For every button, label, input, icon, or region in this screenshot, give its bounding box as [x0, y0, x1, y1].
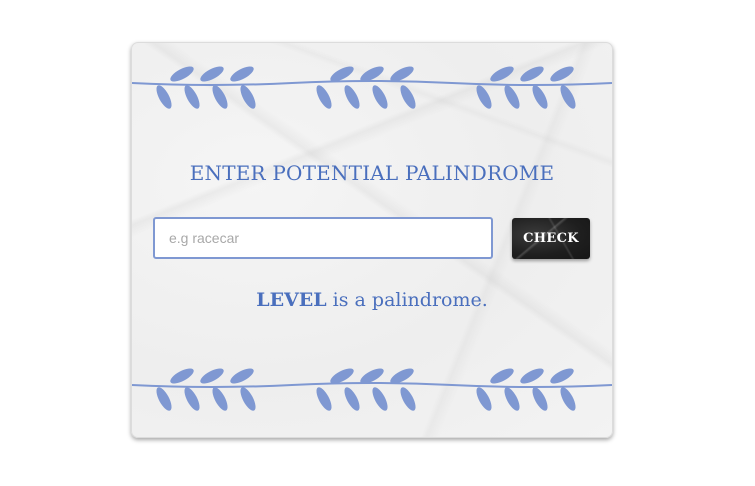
leaf-shape	[170, 66, 194, 82]
leaf-shape	[344, 387, 360, 411]
check-button[interactable]: CHECK	[512, 218, 590, 259]
leaf-shape	[184, 85, 200, 109]
leaf-shape	[400, 85, 416, 109]
stem-line	[132, 80, 612, 86]
leaf-shape	[156, 85, 172, 109]
leaf-shape	[532, 85, 548, 109]
leaf-shape	[230, 66, 254, 82]
leaf-shape	[550, 66, 574, 82]
leaf-shape	[560, 85, 576, 109]
palindrome-card: ENTER POTENTIAL PALINDROME CHECK LEVEL i…	[131, 42, 613, 438]
leaf-shape	[490, 368, 514, 384]
leaf-shape	[490, 66, 514, 82]
leaf-shape	[372, 387, 388, 411]
leaf-shape	[372, 85, 388, 109]
leaf-shape	[212, 387, 228, 411]
leaf-shape	[476, 387, 492, 411]
leaf-shape	[476, 85, 492, 109]
result-message: LEVEL is a palindrome.	[132, 289, 612, 311]
leaf-shape	[212, 85, 228, 109]
leaf-shape	[156, 387, 172, 411]
leaf-shape	[400, 387, 416, 411]
leaf-shape	[170, 368, 194, 384]
leaf-shape	[560, 387, 576, 411]
leaf-shape	[316, 85, 332, 109]
leaf-shape	[240, 85, 256, 109]
leaf-shape	[504, 85, 520, 109]
leaf-shape	[520, 368, 544, 384]
result-suffix: is a palindrome.	[326, 289, 488, 311]
page-title: ENTER POTENTIAL PALINDROME	[189, 161, 555, 185]
palindrome-input[interactable]	[153, 217, 493, 259]
leaf-shape	[200, 66, 224, 82]
laurel-branch-icon	[132, 368, 612, 411]
leaf-shape	[504, 387, 520, 411]
leaf-shape	[316, 387, 332, 411]
leaf-shape	[200, 368, 224, 384]
laurel-branch-icon	[132, 66, 612, 109]
leaf-shape	[344, 85, 360, 109]
stem-line	[132, 382, 612, 388]
result-word: LEVEL	[256, 289, 327, 311]
leaf-shape	[550, 368, 574, 384]
leaf-shape	[532, 387, 548, 411]
leaf-shape	[184, 387, 200, 411]
leaf-shape	[520, 66, 544, 82]
leaf-shape	[240, 387, 256, 411]
leaf-shape	[230, 368, 254, 384]
